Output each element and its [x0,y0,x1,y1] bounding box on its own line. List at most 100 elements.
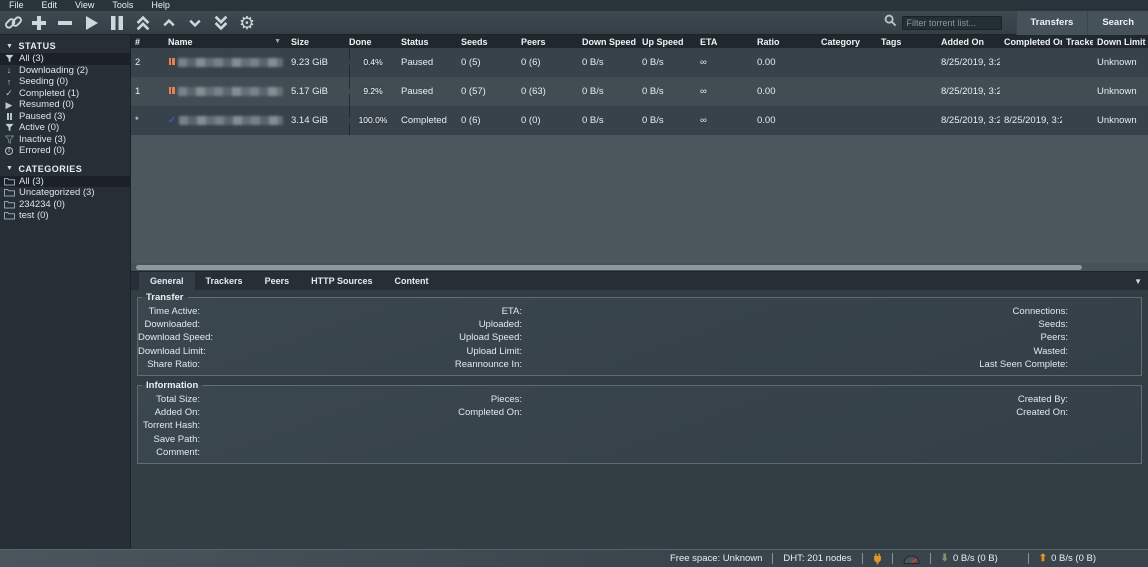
column-header-row: # Name ▼ Size Done Status Seeds Peers Do… [131,35,1148,48]
resume-icon[interactable] [78,12,104,34]
label-download-speed: Download Speed: [138,331,200,344]
funnel-icon [3,54,15,63]
col-ratio[interactable]: Ratio [753,35,817,48]
speed-limits-gauge-icon[interactable] [893,554,930,564]
label-upload-limit: Upload Limit: [390,345,522,358]
torrent-list-empty-area [131,135,1148,263]
col-peers[interactable]: Peers [517,35,578,48]
sidebar-category-all[interactable]: All (3) [0,176,130,188]
label-downloaded: Downloaded: [138,318,200,331]
label-download-limit: Download Limit: [138,345,200,358]
label-peers: Peers: [730,331,1068,344]
torrent-row[interactable]: 2 9.23 GiB 0.4% Paused 0 (5) 0 (6) [131,48,1148,77]
search-tab-button[interactable]: Search [1087,11,1148,35]
menu-edit[interactable]: Edit [33,0,67,11]
col-up-speed[interactable]: Up Speed [638,35,696,48]
sidebar-item-active[interactable]: Active (0) [0,122,130,134]
tab-content[interactable]: Content [383,272,439,291]
queue-move-up-icon[interactable] [156,12,182,34]
menu-tools[interactable]: Tools [103,0,142,11]
queue-move-down-icon[interactable] [182,12,208,34]
col-down-speed[interactable]: Down Speed [578,35,638,48]
pause-icon[interactable] [104,12,130,34]
collapse-caret-icon: ▼ [6,165,13,172]
search-icon [884,14,897,32]
sidebar-item-paused[interactable]: Paused (3) [0,111,130,123]
options-gear-icon[interactable]: ⚙ [234,12,260,34]
add-torrent-icon[interactable] [26,12,52,34]
col-name[interactable]: Name ▼ [164,35,287,48]
download-arrow-icon: ⬇ [941,553,949,564]
transfer-group: Transfer Time Active: ETA: Connections: … [137,292,1142,376]
upload-speed-status[interactable]: ⬆ 0 B/s (0 B) [1029,553,1106,564]
status-section-header[interactable]: ▼ STATUS [0,38,130,53]
label-uploaded: Uploaded: [390,318,522,331]
menu-help[interactable]: Help [142,0,179,11]
label-seeds: Seeds: [730,318,1068,331]
label-created-by: Created By: [730,393,1068,406]
torrent-row[interactable]: 1 5.17 GiB 9.2% Paused 0 (57) 0 (63) [131,77,1148,106]
connection-status-icon[interactable] [863,553,892,565]
filter-torrent-input[interactable] [902,16,1002,30]
col-category[interactable]: Category [817,35,877,48]
status-bar: Free space: Unknown DHT: 201 nodes ⬇ 0 B… [0,549,1148,567]
sidebar-item-seeding[interactable]: ↑ Seeding (0) [0,76,130,88]
col-tags[interactable]: Tags [877,35,937,48]
label-added-on: Added On: [138,406,200,419]
funnel-icon [3,123,15,132]
label-last-seen-complete: Last Seen Complete: [730,358,1068,371]
delete-icon[interactable] [52,12,78,34]
label-time-active: Time Active: [138,305,200,318]
pause-icon [3,113,15,120]
check-icon: ✓ [3,88,15,98]
tab-general[interactable]: General [139,272,195,291]
menu-file[interactable]: File [0,0,33,11]
sidebar: ▼ STATUS All (3) ↓ Downloading (2) ↑ See… [0,35,131,549]
paused-state-icon [168,86,175,97]
torrent-name-redacted [179,116,283,125]
sidebar-item-completed[interactable]: ✓ Completed (1) [0,88,130,100]
label-connections: Connections: [730,305,1068,318]
qbittorrent-window: File Edit View Tools Help [0,0,1148,567]
add-torrent-link-icon[interactable] [0,12,26,34]
sidebar-item-all-status[interactable]: All (3) [0,53,130,65]
col-completed-on[interactable]: Completed On [1000,35,1062,48]
tab-peers[interactable]: Peers [254,272,301,291]
panel-collapse-caret-icon[interactable]: ▼ [1134,277,1142,286]
label-completed-on: Completed On: [390,406,522,419]
col-added-on[interactable]: Added On [937,35,1000,48]
col-size[interactable]: Size [287,35,345,48]
queue-move-top-icon[interactable] [130,12,156,34]
torrent-row[interactable]: * ✓ 3.14 GiB 100.0% Completed 0 (6) 0 (0… [131,106,1148,135]
folder-icon [3,188,15,197]
transfers-tab-button[interactable]: Transfers [1016,11,1088,35]
transfer-legend: Transfer [142,292,188,303]
download-speed-status[interactable]: ⬇ 0 B/s (0 B) [931,553,1008,564]
queue-move-bottom-icon[interactable] [208,12,234,34]
col-seeds[interactable]: Seeds [457,35,517,48]
sidebar-item-downloading[interactable]: ↓ Downloading (2) [0,65,130,77]
col-status[interactable]: Status [397,35,457,48]
tab-http-sources[interactable]: HTTP Sources [300,272,383,291]
sidebar-item-errored[interactable]: ! Errored (0) [0,145,130,157]
col-eta[interactable]: ETA [696,35,753,48]
play-icon: ▶ [3,100,15,110]
menu-bar: File Edit View Tools Help [0,0,1148,11]
sidebar-category-uncategorized[interactable]: Uncategorized (3) [0,187,130,199]
scrollbar-thumb[interactable] [136,265,1082,270]
sidebar-item-inactive[interactable]: Inactive (3) [0,134,130,146]
torrent-name-redacted [178,58,283,67]
torrent-name-redacted [178,87,283,96]
col-down-limit[interactable]: Down Limit [1093,35,1148,48]
col-done[interactable]: Done [345,35,397,48]
label-reannounce-in: Reannounce In: [390,358,522,371]
categories-section-header[interactable]: ▼ CATEGORIES [0,161,130,176]
menu-view[interactable]: View [66,0,103,11]
sidebar-category-234234[interactable]: 234234 (0) [0,199,130,211]
sidebar-item-resumed[interactable]: ▶ Resumed (0) [0,99,130,111]
tab-trackers[interactable]: Trackers [195,272,254,291]
sidebar-category-test[interactable]: test (0) [0,210,130,222]
col-tracker[interactable]: Tracker [1062,35,1093,48]
information-group: Information Total Size: Pieces: Created … [137,380,1142,464]
col-num[interactable]: # [131,35,164,48]
